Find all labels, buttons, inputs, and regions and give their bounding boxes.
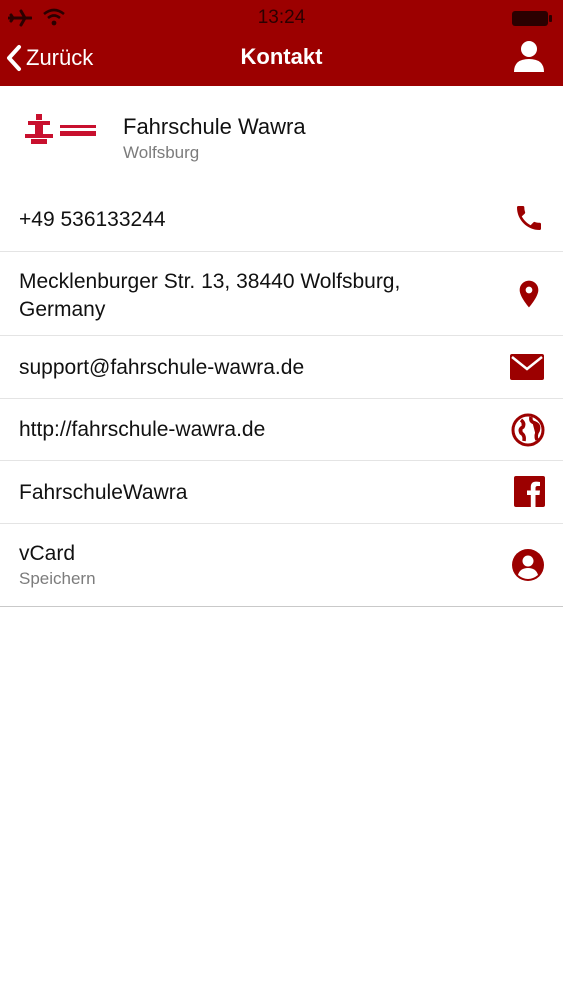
battery-icon [512,11,552,26]
page-title: Kontakt [240,44,323,69]
phone-number: +49 536133244 [19,208,166,231]
business-header: Fahrschule Wawra Wolfsburg [0,86,563,190]
vcard-subtitle: Speichern [19,569,96,588]
status-bar: 13:24 [0,0,563,36]
website-url: http://fahrschule-wawra.de [19,418,266,441]
website-row[interactable]: http://fahrschule-wawra.de [0,399,563,461]
vcard-row[interactable]: vCard Speichern [0,524,563,607]
address: Mecklenburger Str. 13, 38440 Wolfsburg, … [19,268,479,324]
contact-list: +49 536133244 Mecklenburger Str. 13, 384… [0,190,563,607]
phone-icon [517,206,541,230]
vcard-title: vCard [19,542,76,565]
facebook-icon [514,476,545,507]
user-icon[interactable] [513,40,545,72]
company-name: Fahrschule Wawra [123,114,306,139]
address-row[interactable]: Mecklenburger Str. 13, 38440 Wolfsburg, … [0,252,563,336]
address-line-1: Mecklenburger Str. 13, 38440 Wolfsburg, [19,270,401,293]
company-logo [22,112,98,152]
facebook-name: FahrschuleWawra [19,481,188,504]
company-city: Wolfsburg [123,143,200,162]
user-circle-icon [512,549,544,581]
location-pin-icon [519,280,539,308]
phone-row[interactable]: +49 536133244 [0,190,563,252]
status-time: 13:24 [257,7,306,28]
email-address: support@fahrschule-wawra.de [19,356,305,379]
top-bar: 13:24 Zurück Kontakt [0,0,563,86]
address-line-2: Germany [19,298,106,321]
email-row[interactable]: support@fahrschule-wawra.de [0,336,563,399]
vcard-text: vCard Speichern [19,540,479,590]
globe-icon [511,413,545,447]
envelope-icon [510,354,544,380]
navigation-bar: Zurück Kontakt [0,36,563,86]
facebook-row[interactable]: FahrschuleWawra [0,461,563,524]
